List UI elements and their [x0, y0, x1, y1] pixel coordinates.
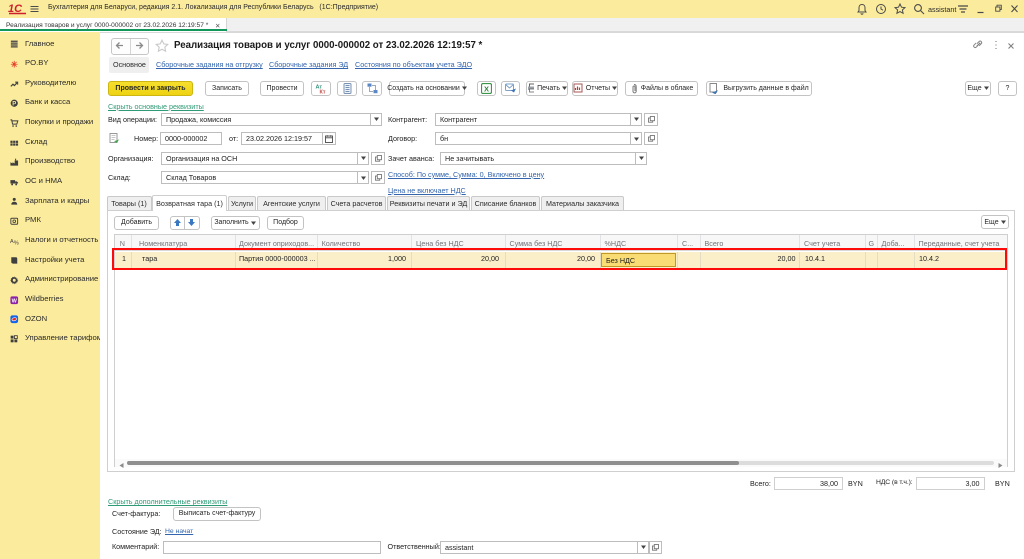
svg-text:P: P — [12, 102, 16, 108]
svg-text:X: X — [484, 84, 489, 93]
svg-text:%: % — [14, 240, 19, 245]
svg-text:Кт: Кт — [320, 89, 326, 94]
svg-text:W: W — [12, 298, 18, 304]
